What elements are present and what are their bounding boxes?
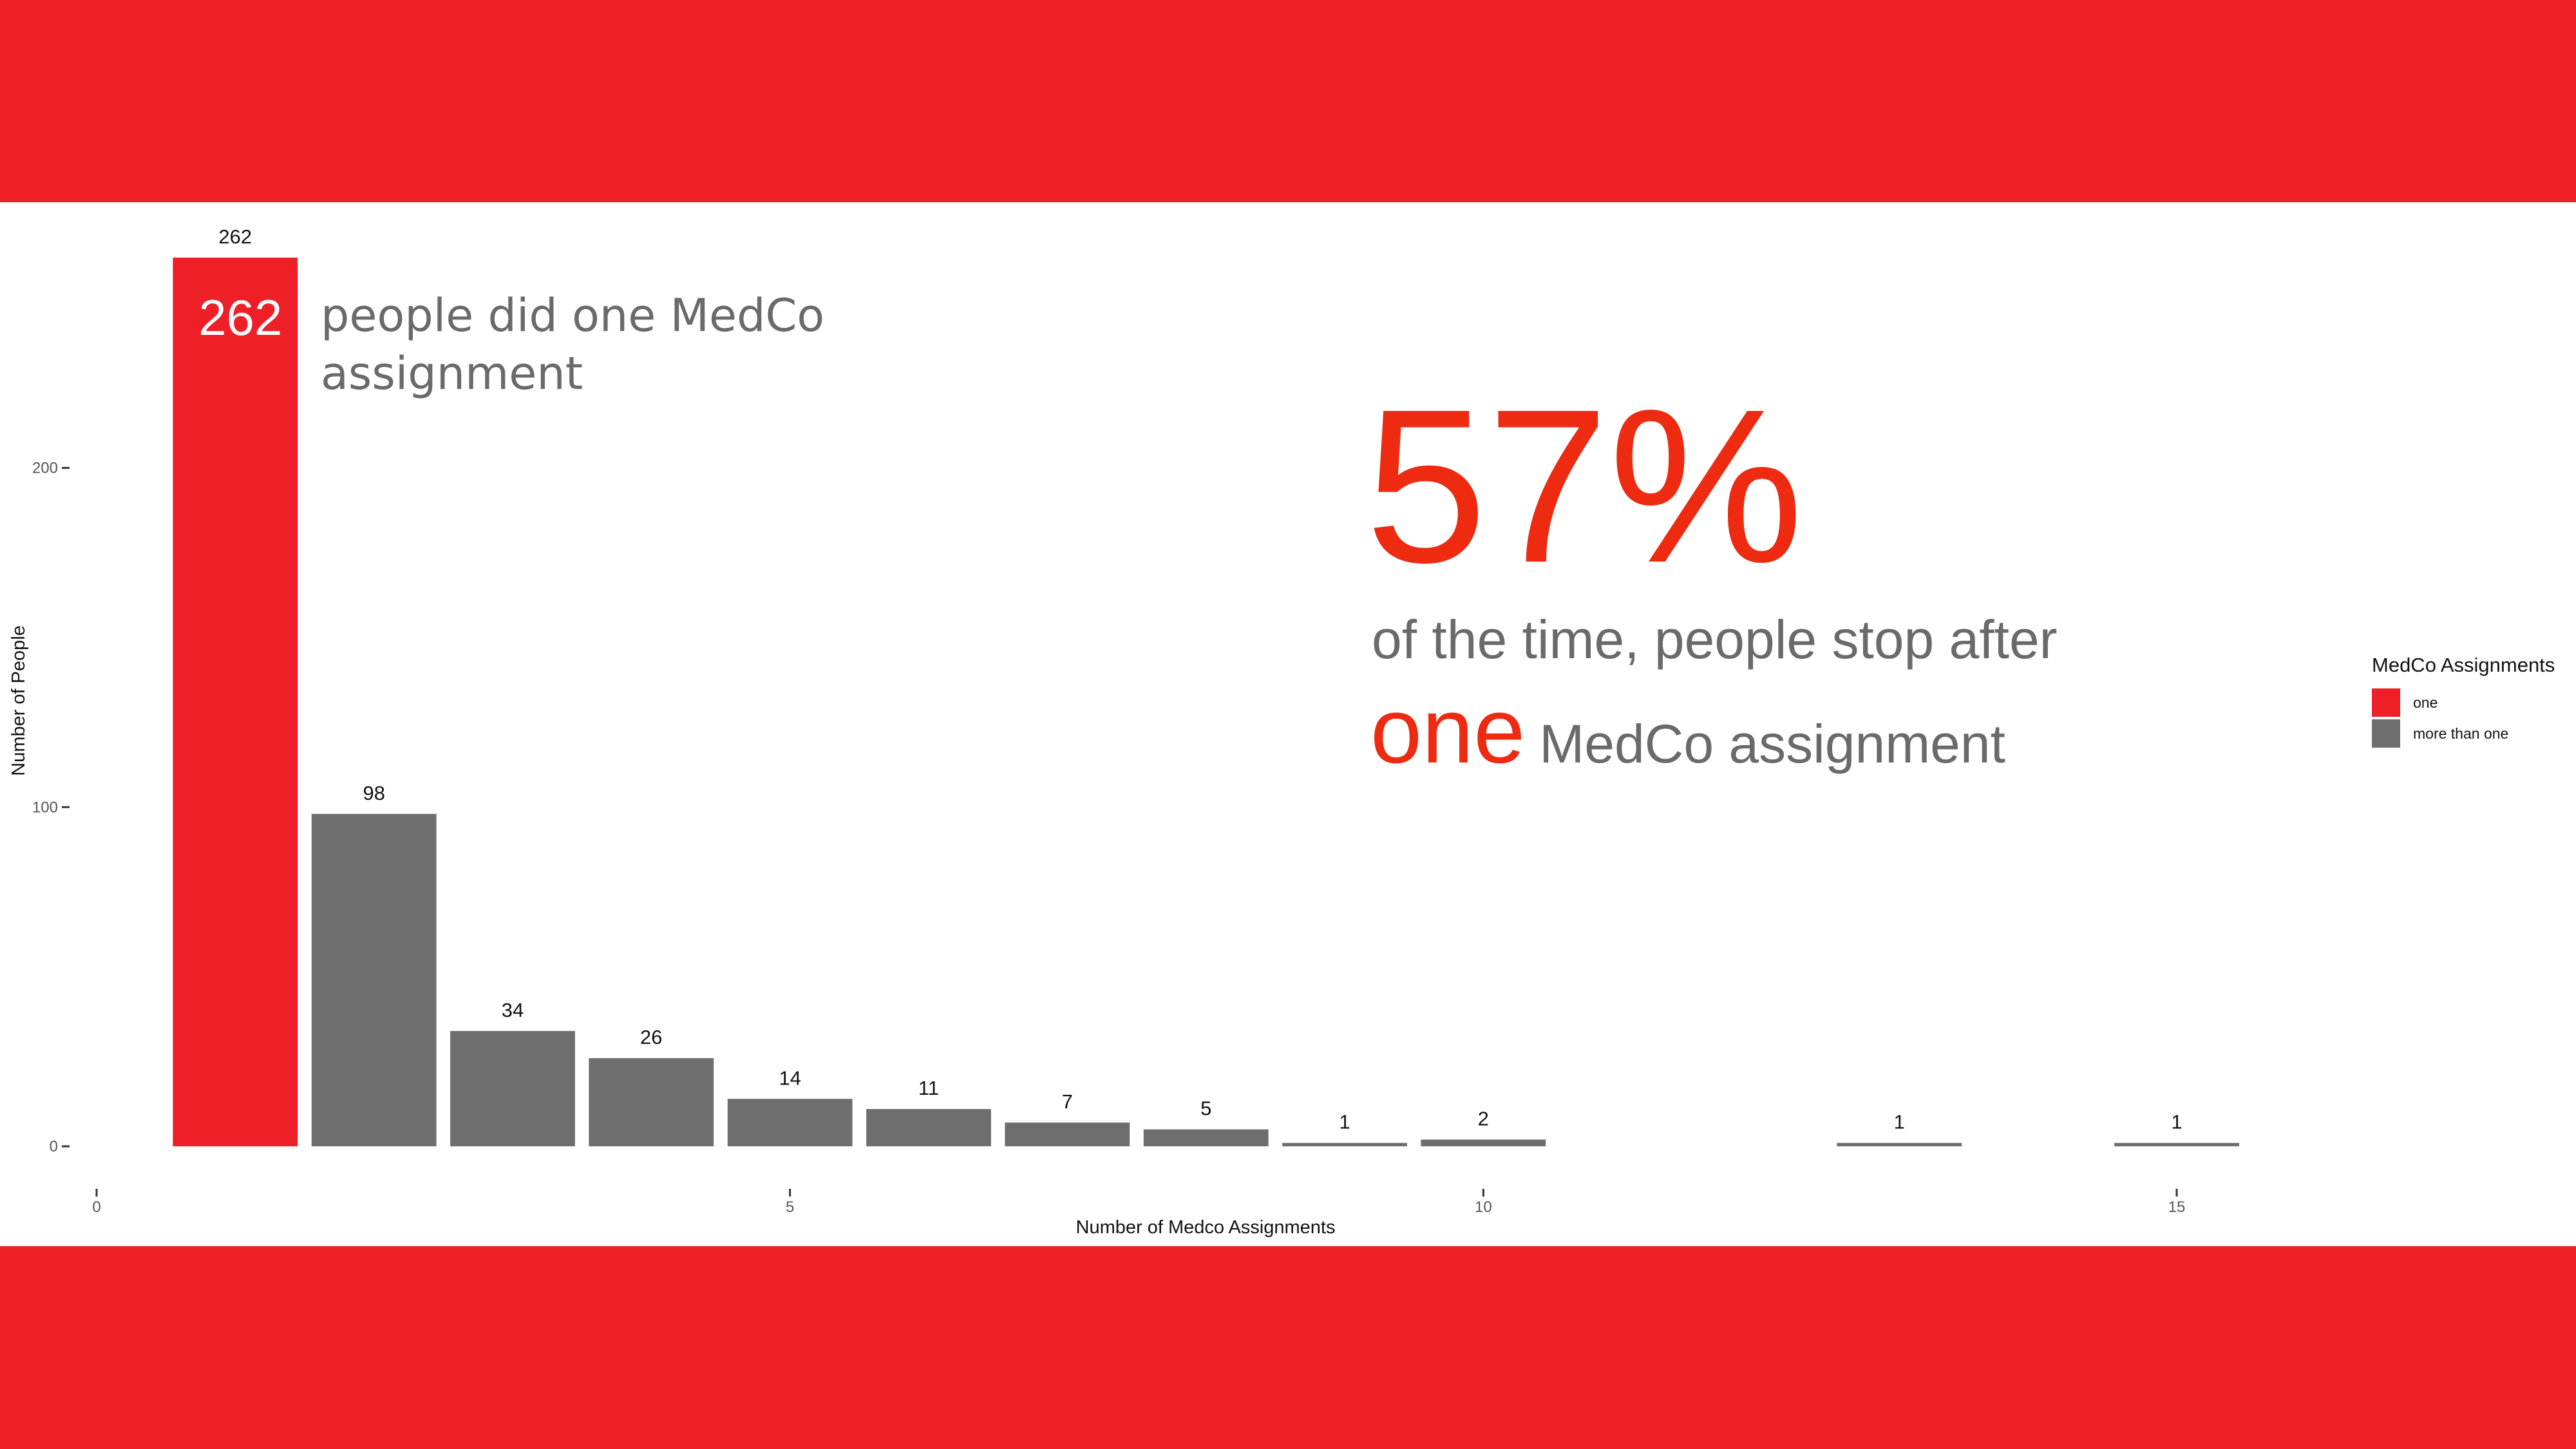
bar-label-x-15: 1 <box>2171 1111 2182 1133</box>
legend-swatch-one <box>2372 688 2400 717</box>
y-tick-label-200: 200 <box>32 460 58 477</box>
legend-label-more-than-one: more than one <box>2413 724 2509 742</box>
bar-label-x-1: 262 <box>218 225 252 248</box>
bar-x-6 <box>866 1109 991 1146</box>
bar-label-x-6: 11 <box>918 1077 939 1099</box>
bar-x-3 <box>450 1030 575 1146</box>
bar-label-x-2: 98 <box>363 782 384 804</box>
bar-chart: 26298342614 117 51 2 1 1 0 5 10 15 0100200 Numbe… <box>8 225 2239 1238</box>
x-tick-label-10: 10 <box>1475 1198 1492 1216</box>
legend-swatch-more-than-one <box>2372 719 2400 748</box>
x-tick-label-0: 0 <box>92 1198 100 1216</box>
x-axis-title: Number of Medco Assignments <box>1076 1217 1336 1238</box>
y-axis: 0 100 200 <box>32 460 70 1155</box>
bar-label-x-7: 7 <box>1062 1090 1073 1113</box>
legend-item-more-than-one: more than one <box>2372 718 2555 749</box>
stat-line-1: of the time, people stop after <box>1372 609 2058 670</box>
y-tick-label-0: 0 <box>50 1138 58 1155</box>
bar-x-9 <box>1282 1142 1407 1146</box>
bar-x-1 <box>173 258 298 1146</box>
bar-label-x-3: 34 <box>502 999 524 1021</box>
callout-bar-value: 262 <box>198 289 282 346</box>
bar-x-7 <box>1005 1122 1130 1146</box>
legend-item-one: one <box>2372 687 2555 718</box>
stat-line-2: one MedCo assignment <box>1370 683 2005 808</box>
legend-title: MedCo Assignments <box>2372 654 2555 676</box>
bar-label-x-4: 26 <box>640 1026 662 1048</box>
bar-x-2 <box>311 813 437 1146</box>
stat-highlight-one: one <box>1370 679 1526 782</box>
y-axis-title: Number of People <box>8 625 29 776</box>
bar-x-5 <box>727 1099 853 1146</box>
legend: MedCo Assignments one more than one <box>2372 652 2555 749</box>
legend-label-one: one <box>2413 694 2438 711</box>
bar-label-x-8: 5 <box>1200 1097 1211 1120</box>
x-tick-label-5: 5 <box>786 1198 794 1216</box>
bar-x-8 <box>1143 1129 1269 1146</box>
bar-label-x-5: 14 <box>779 1066 800 1089</box>
bar-label-x-9: 1 <box>1339 1111 1350 1133</box>
y-tick-label-100: 100 <box>32 799 58 816</box>
bar-label-x-10: 2 <box>1478 1108 1489 1130</box>
bar-x-15 <box>2114 1142 2239 1146</box>
bar-x-4 <box>589 1058 714 1146</box>
x-tick-label-15: 15 <box>2168 1198 2186 1216</box>
bar-label-x-13: 1 <box>1894 1111 1905 1133</box>
stat-line-2-rest: MedCo assignment <box>1539 714 2005 774</box>
percent-stat: 57% <box>1365 364 1804 609</box>
x-axis: 0 5 10 15 <box>92 1189 2185 1216</box>
bar-x-10 <box>1421 1139 1546 1146</box>
bar-x-13 <box>1837 1142 1962 1146</box>
callout-text: people did one MedCo assignment <box>321 289 825 400</box>
